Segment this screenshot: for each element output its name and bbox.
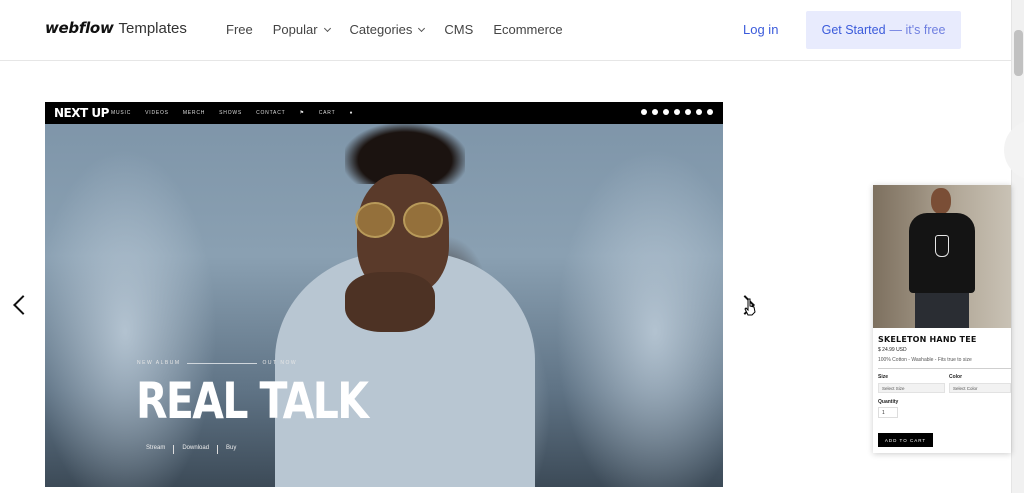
nav-cms-label: CMS	[444, 22, 474, 37]
download-link: Download	[182, 445, 210, 451]
color-label: Color	[949, 374, 963, 380]
instagram-icon	[652, 109, 658, 115]
hand-cursor-icon	[744, 298, 756, 316]
carousel-prev-arrow-icon[interactable]	[13, 295, 33, 315]
chevron-down-icon	[323, 24, 331, 32]
nav-free-label: Free	[226, 22, 253, 37]
stream-link: Stream	[146, 445, 166, 451]
preview-menu-cart: CART	[318, 110, 336, 116]
get-started-label: Get Started	[821, 23, 886, 37]
top-navbar: webflow Templates Free Popular Categorie…	[0, 0, 1011, 61]
get-started-button[interactable]: Get Started — it's free	[806, 11, 961, 49]
quantity-input[interactable]: 1	[878, 407, 898, 418]
album-title: REAL TALK	[136, 372, 369, 430]
nav-free[interactable]: Free	[226, 22, 253, 37]
chevron-down-icon	[418, 24, 426, 32]
preview-cart-count-icon: ●	[349, 110, 354, 116]
soundcloud-icon	[674, 109, 680, 115]
preview-menu-contact: CONTACT	[256, 110, 286, 116]
nav-popular[interactable]: Popular	[272, 22, 331, 37]
bandcamp-icon	[696, 109, 702, 115]
its-free-label: — it's free	[889, 23, 946, 37]
scrollbar-thumb[interactable]	[1014, 30, 1023, 76]
nav-categories[interactable]: Categories	[349, 22, 426, 37]
nav-categories-label: Categories	[349, 22, 413, 37]
preview-menu-merch: MERCH	[182, 110, 206, 116]
out-now-label: OUT NOW	[262, 360, 298, 366]
preview-logo: NEXT UP	[54, 106, 109, 120]
buy-link: Buy	[226, 445, 237, 451]
link-separator	[217, 445, 219, 454]
hero-photo-glasses	[355, 202, 443, 238]
album-links: Stream Download Buy	[146, 445, 236, 454]
preview-menu-shows: SHOWS	[219, 110, 243, 116]
facebook-icon	[641, 109, 647, 115]
lens-left	[355, 202, 395, 238]
preview-menu-videos: VIDEOS	[145, 110, 169, 116]
size-label: Size	[878, 374, 889, 380]
next-slide-peek	[1004, 120, 1024, 180]
youtube-icon	[685, 109, 691, 115]
page-scrollbar[interactable]	[1011, 0, 1024, 493]
nav-popular-label: Popular	[272, 22, 318, 37]
color-select[interactable]: Select Color	[949, 383, 1011, 393]
nav-cms[interactable]: CMS	[444, 22, 473, 37]
add-to-cart-button[interactable]: ADD TO CART	[878, 433, 933, 447]
tagline-divider	[186, 362, 257, 364]
preview-flag-icon: ⚑	[299, 110, 305, 116]
model-head	[931, 188, 951, 214]
nav-ecommerce[interactable]: Ecommerce	[493, 22, 562, 37]
nav-ecommerce-label: Ecommerce	[493, 22, 563, 37]
product-preview-card[interactable]: SKELETON HAND TEE $ 24.99 USD 100% Cotto…	[873, 185, 1011, 453]
spotify-icon	[663, 109, 669, 115]
brand-logo[interactable]: webflow Templates	[45, 19, 187, 37]
product-photo	[873, 185, 1011, 328]
product-title: SKELETON HAND TEE	[878, 335, 977, 344]
preview-navbar: NEXT UP MUSIC VIDEOS MERCH SHOWS CONTACT…	[45, 102, 723, 124]
brand-wordmark: webflow	[45, 19, 114, 37]
brand-subtitle: Templates	[118, 20, 187, 37]
preview-social-icons	[641, 109, 713, 115]
template-preview-slide[interactable]: NEXT UP MUSIC VIDEOS MERCH SHOWS CONTACT…	[45, 102, 723, 487]
preview-menu: MUSIC VIDEOS MERCH SHOWS CONTACT ⚑ CART …	[111, 110, 353, 116]
lens-right	[403, 202, 443, 238]
model-pants	[915, 293, 969, 328]
product-price: $ 24.99 USD	[878, 347, 907, 353]
main-nav: Free Popular Categories CMS Ecommerce	[226, 22, 563, 37]
product-description: 100% Cotton - Washable - Fits true to si…	[878, 357, 972, 363]
twitter-icon	[707, 109, 713, 115]
link-separator	[173, 445, 175, 454]
quantity-label: Quantity	[878, 399, 899, 405]
login-link[interactable]: Log in	[743, 22, 778, 37]
preview-menu-music: MUSIC	[111, 110, 132, 116]
album-tagline: NEW ALBUM OUT NOW	[137, 360, 297, 366]
hero-photo-hand	[345, 272, 435, 332]
new-album-label: NEW ALBUM	[137, 360, 181, 366]
skeleton-hand-print-icon	[935, 235, 949, 257]
page: webflow Templates Free Popular Categorie…	[0, 0, 1024, 493]
card-divider	[878, 368, 1011, 369]
size-select[interactable]: Select Size	[878, 383, 945, 393]
